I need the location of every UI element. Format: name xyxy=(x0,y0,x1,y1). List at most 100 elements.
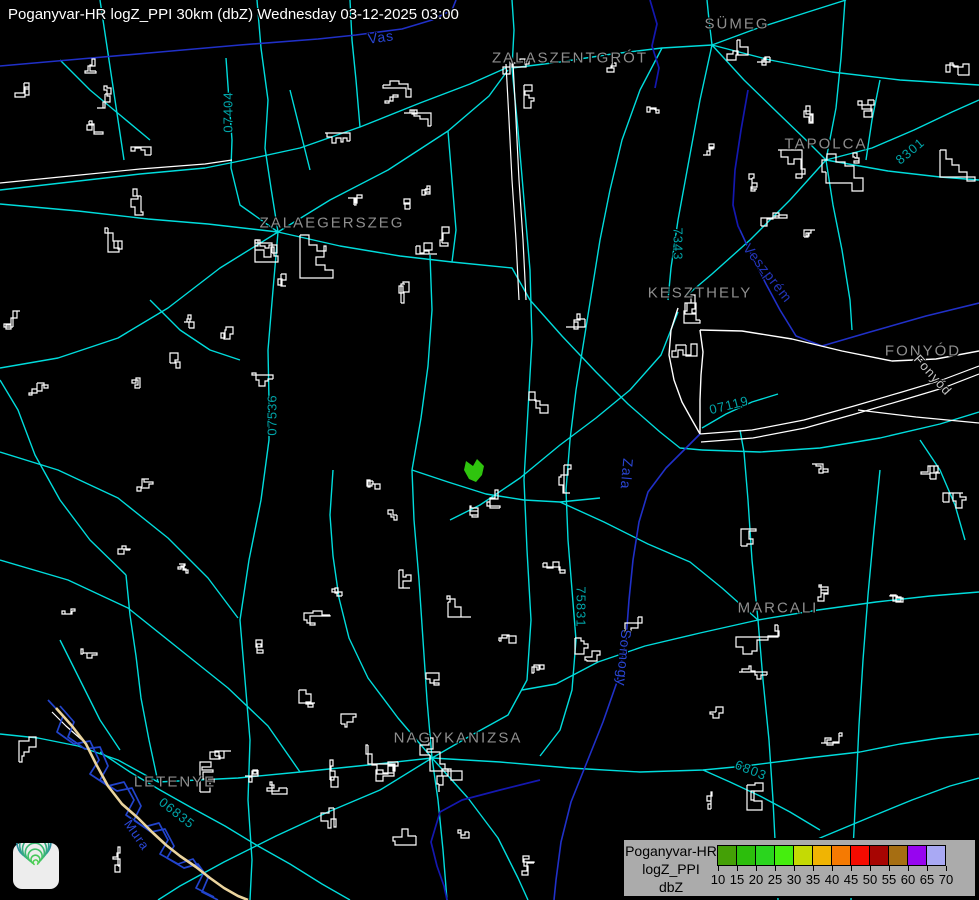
settlement-outline xyxy=(585,651,600,661)
map-line xyxy=(0,160,232,183)
map-line xyxy=(669,308,700,434)
map-line xyxy=(60,706,218,900)
city-label: ZALAEGERSZEG xyxy=(260,215,405,232)
map-line xyxy=(700,330,703,434)
map-line xyxy=(432,68,532,758)
settlement-outline xyxy=(470,506,478,517)
legend-tick-label: 15 xyxy=(730,872,744,887)
city-label: TAPOLCA xyxy=(785,136,868,153)
legend-color-box xyxy=(850,845,870,866)
city-label: KESZTHELY xyxy=(648,285,752,302)
settlement-outline xyxy=(105,228,122,252)
map-line xyxy=(431,780,540,900)
settlement-outline xyxy=(399,570,411,588)
map-line xyxy=(257,0,278,232)
legend-tick-mark xyxy=(908,866,909,871)
settlement-outline xyxy=(741,529,756,546)
settlement-outline xyxy=(393,829,416,845)
legend-tick-label: 20 xyxy=(749,872,763,887)
map-line xyxy=(540,340,584,756)
map-line xyxy=(56,708,248,900)
settlement-outline xyxy=(19,737,36,762)
legend-color-box xyxy=(736,845,756,866)
legend-tick-mark xyxy=(794,866,795,871)
legend-color-box xyxy=(793,845,813,866)
settlement-outline xyxy=(761,213,787,226)
settlement-outline xyxy=(778,150,805,178)
settlement-outline xyxy=(821,733,842,745)
legend-tick-label: 70 xyxy=(939,872,953,887)
legend-color-box xyxy=(888,845,908,866)
legend-color-box xyxy=(774,845,794,866)
city-label: LETENYE xyxy=(134,774,216,791)
map-line xyxy=(432,758,528,900)
spiral-arc xyxy=(25,846,45,866)
county-label: Zala xyxy=(618,458,637,491)
legend-color-box xyxy=(831,845,851,866)
map-line xyxy=(412,470,432,758)
settlement-outline xyxy=(946,63,969,75)
settlement-outline xyxy=(4,311,20,329)
legend-tick-label: 25 xyxy=(768,872,782,887)
map-line xyxy=(0,560,300,772)
settlement-outline xyxy=(532,665,544,673)
spiral-icon xyxy=(13,843,59,889)
map-line xyxy=(826,160,852,330)
legend-color-scale xyxy=(718,845,946,866)
settlement-outline xyxy=(131,189,143,215)
map-line xyxy=(522,620,758,690)
settlement-outline xyxy=(447,596,471,617)
settlement-outline xyxy=(440,227,449,246)
legend-panel: Poganyvar-HR logZ_PPI dbZ 10152025303540… xyxy=(622,838,977,898)
legend-tick-label: 10 xyxy=(711,872,725,887)
radar-echo-layer xyxy=(464,459,484,482)
settlement-outline xyxy=(15,83,29,97)
map-line xyxy=(0,232,278,368)
city-label: SÜMEG xyxy=(704,16,769,33)
settlement-outline xyxy=(267,782,287,794)
settlement-outline xyxy=(522,856,534,875)
radar-map-viewer: SÜMEG ZALASZENTGRÓT TAPOLCA ZALAEGERSZEG KES… xyxy=(0,0,979,900)
legend-tick-label: 65 xyxy=(920,872,934,887)
legend-color-box xyxy=(907,845,927,866)
map-line xyxy=(0,68,506,190)
legend-radar-name: Poganyvar-HR xyxy=(624,842,718,860)
settlement-outline xyxy=(422,186,430,195)
settlement-outline xyxy=(757,57,770,65)
city-label: MARCALI xyxy=(738,600,819,617)
map-line xyxy=(48,700,214,897)
settlement-outline xyxy=(458,830,469,838)
settlement-outline xyxy=(804,230,815,237)
map-line xyxy=(506,64,519,300)
map-line xyxy=(668,45,712,300)
railways-layer xyxy=(0,63,979,740)
settlement-outline xyxy=(940,150,975,181)
map-line xyxy=(733,90,748,230)
settlement-outline xyxy=(853,153,859,163)
settlement-outline xyxy=(559,465,571,493)
map-line xyxy=(858,410,979,423)
legend-tick-labels: 10152025303540455055606570 xyxy=(718,866,970,892)
settlement-outline xyxy=(184,315,194,328)
radar-echo xyxy=(464,459,484,482)
legend-tick-label: 35 xyxy=(806,872,820,887)
settlement-outline xyxy=(300,235,333,278)
country-border-layer xyxy=(56,708,248,900)
settlement-outline xyxy=(736,625,779,654)
city-label: NAGYKANIZSA xyxy=(394,730,523,747)
legend-tick-mark xyxy=(832,866,833,871)
legend-tick-mark xyxy=(813,866,814,871)
settlement-outline xyxy=(113,847,120,872)
settlement-outline xyxy=(137,479,153,491)
legend-color-box xyxy=(755,845,775,866)
map-line xyxy=(330,470,432,758)
settlement-outline xyxy=(404,110,431,126)
legend-tick-mark xyxy=(870,866,871,871)
map-line xyxy=(0,380,126,575)
road-number-label: 75831 xyxy=(574,586,589,627)
legend-tick-mark xyxy=(927,866,928,871)
city-label: ZALASZENTGRÓT xyxy=(492,50,648,67)
settlement-outline xyxy=(749,174,757,191)
settlement-outline xyxy=(245,770,258,782)
settlement-outline xyxy=(170,353,180,368)
